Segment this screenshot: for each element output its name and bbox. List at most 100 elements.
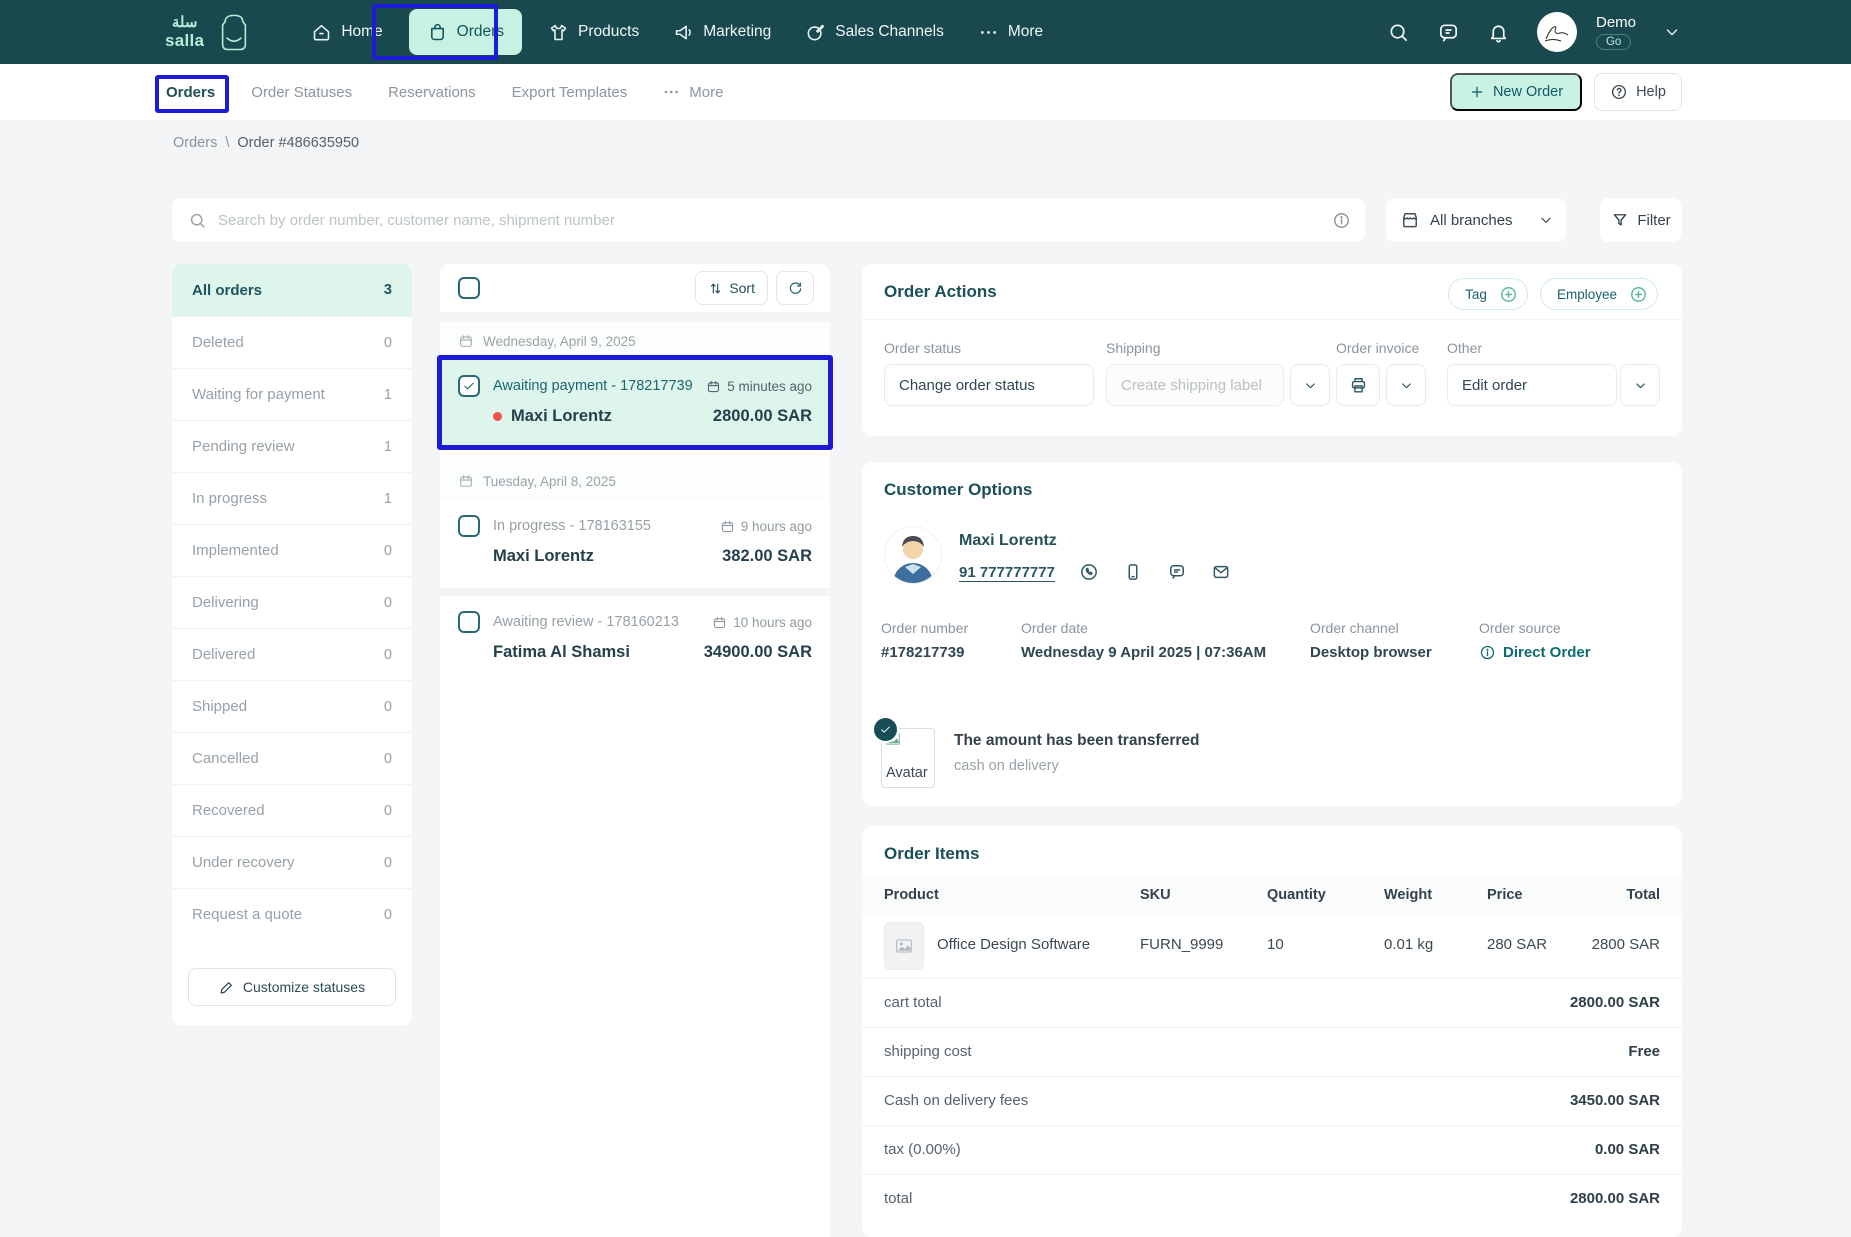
- sidebar-item-request-a-quote[interactable]: Request a quote0: [172, 888, 412, 940]
- search-input[interactable]: [218, 212, 1332, 229]
- status-label: Delivered: [192, 646, 255, 663]
- filter-button[interactable]: Filter: [1600, 198, 1682, 242]
- spacer: [440, 450, 830, 462]
- status-count: 0: [384, 699, 392, 715]
- order-amount: 34900.00 SAR: [704, 643, 812, 662]
- order-card-in-progress[interactable]: In progress - 178163155 9 hours ago Maxi…: [440, 500, 830, 588]
- nav-products[interactable]: Products: [534, 0, 653, 64]
- shipping-chevron-button[interactable]: [1290, 364, 1330, 406]
- sidebar-item-recovered[interactable]: Recovered0: [172, 784, 412, 836]
- order-checkbox[interactable]: [458, 611, 480, 633]
- sidebar-item-delivering[interactable]: Delivering0: [172, 576, 412, 628]
- status-count: 1: [384, 439, 392, 455]
- status-count: 3: [384, 282, 392, 298]
- product-name[interactable]: Office Design Software: [937, 936, 1090, 953]
- help-button[interactable]: Help: [1594, 73, 1682, 111]
- nav-home[interactable]: Home: [297, 0, 396, 64]
- customer-avatar: [884, 526, 942, 584]
- pencil-icon: [219, 979, 235, 995]
- salla-logo[interactable]: سلة salla: [165, 11, 255, 53]
- sidebar-item-shipped[interactable]: Shipped0: [172, 680, 412, 732]
- sort-button[interactable]: Sort: [695, 271, 768, 305]
- tab-orders[interactable]: Orders: [166, 84, 215, 101]
- order-customer-name: Fatima Al Shamsi: [493, 643, 704, 662]
- edit-order-select[interactable]: Edit order: [1447, 364, 1617, 406]
- refresh-button[interactable]: [776, 271, 814, 305]
- invoice-chevron-button[interactable]: [1386, 364, 1426, 406]
- sidebar-item-implemented[interactable]: Implemented0: [172, 524, 412, 576]
- breadcrumb-orders[interactable]: Orders: [173, 135, 217, 151]
- sms-chat-icon[interactable]: [1167, 562, 1187, 582]
- sidebar-item-waiting-for-payment[interactable]: Waiting for payment1: [172, 368, 412, 420]
- add-tag-button[interactable]: Tag: [1448, 278, 1528, 310]
- divider: [440, 312, 830, 322]
- avatar-alt-text: Avatar: [886, 765, 928, 781]
- order-card-awaiting-payment[interactable]: Awaiting payment - 178217739 5 minutes a…: [440, 360, 830, 450]
- payment-method-text: cash on delivery: [954, 758, 1059, 774]
- search-info-icon[interactable]: [1332, 211, 1351, 230]
- order-items-title: Order Items: [884, 844, 979, 864]
- customer-contact-row: 91 777777777: [959, 562, 1231, 582]
- chat-icon[interactable]: [1437, 21, 1460, 44]
- tab-more[interactable]: More: [663, 84, 723, 101]
- email-icon[interactable]: [1211, 562, 1231, 582]
- customer-phone-link[interactable]: 91 777777777: [959, 564, 1055, 581]
- sidebar-item-all-orders[interactable]: All orders3: [172, 264, 412, 316]
- column-price: Price: [1487, 887, 1522, 903]
- order-source-value[interactable]: Direct Order: [1479, 644, 1591, 661]
- nav-sales-channels[interactable]: Sales Channels: [791, 0, 958, 64]
- order-list-header: Sort: [440, 264, 830, 312]
- nav-more[interactable]: More: [964, 0, 1057, 64]
- change-order-status-value: Change order status: [899, 377, 1035, 394]
- user-name: Demo: [1596, 14, 1636, 31]
- user-chevron-down-icon[interactable]: [1663, 23, 1681, 41]
- order-list-panel: Sort Wednesday, April 9, 2025 Awaiting p…: [440, 264, 830, 1237]
- chevron-down-icon: [1538, 212, 1554, 228]
- sidebar-item-delivered[interactable]: Delivered0: [172, 628, 412, 680]
- sidebar-item-deleted[interactable]: Deleted0: [172, 316, 412, 368]
- whatsapp-icon[interactable]: [1079, 562, 1099, 582]
- date-group-label: Wednesday, April 9, 2025: [483, 334, 636, 349]
- print-invoice-button[interactable]: [1336, 364, 1380, 406]
- order-card-awaiting-review[interactable]: Awaiting review - 178160213 10 hours ago…: [440, 596, 830, 684]
- select-all-checkbox[interactable]: [458, 277, 480, 299]
- tab-export-templates[interactable]: Export Templates: [512, 84, 628, 101]
- add-employee-button[interactable]: Employee: [1540, 278, 1658, 310]
- sales-channels-icon: [805, 22, 826, 43]
- change-order-status-select[interactable]: Change order status: [884, 364, 1094, 406]
- sidebar-item-pending-review[interactable]: Pending review1: [172, 420, 412, 472]
- sidebar-item-in-progress[interactable]: In progress1: [172, 472, 412, 524]
- other-chevron-button[interactable]: [1620, 364, 1660, 406]
- nav-marketing[interactable]: Marketing: [659, 0, 785, 64]
- new-order-button[interactable]: New Order: [1450, 73, 1582, 111]
- salla-bag-icon: [213, 11, 255, 53]
- mobile-phone-icon[interactable]: [1123, 562, 1143, 582]
- action-pills: Tag Employee: [1448, 278, 1658, 310]
- create-shipping-label-text: Create shipping label: [1121, 377, 1262, 394]
- create-shipping-label-button[interactable]: Create shipping label: [1106, 364, 1284, 406]
- nav-orders[interactable]: Orders: [409, 9, 522, 55]
- sort-arrows-icon: [708, 281, 723, 296]
- order-status-line: Awaiting review - 178160213: [493, 614, 712, 630]
- order-time: 9 hours ago: [741, 519, 812, 534]
- payment-check-badge: [872, 716, 899, 743]
- notifications-bell-icon[interactable]: [1487, 21, 1510, 44]
- search-icon[interactable]: [1387, 21, 1410, 44]
- date-group-header: Tuesday, April 8, 2025: [440, 462, 830, 500]
- order-source-text: Direct Order: [1503, 644, 1591, 661]
- sidebar-item-cancelled[interactable]: Cancelled0: [172, 732, 412, 784]
- summary-value: Free: [1628, 1043, 1660, 1060]
- user-menu[interactable]: Demo Go: [1596, 14, 1636, 50]
- order-search-bar[interactable]: [172, 198, 1365, 242]
- branches-dropdown[interactable]: All branches: [1386, 198, 1566, 242]
- tab-order-statuses[interactable]: Order Statuses: [251, 84, 352, 101]
- plus-circle-icon: [1499, 285, 1518, 304]
- order-checkbox[interactable]: [458, 515, 480, 537]
- tab-reservations[interactable]: Reservations: [388, 84, 476, 101]
- order-checkbox-checked[interactable]: [458, 375, 480, 397]
- calendar-icon: [712, 615, 727, 630]
- user-avatar[interactable]: [1537, 12, 1577, 52]
- customize-statuses-button[interactable]: Customize statuses: [188, 968, 396, 1006]
- salla-wordmark: سلة salla: [165, 15, 204, 49]
- sidebar-item-under-recovery[interactable]: Under recovery0: [172, 836, 412, 888]
